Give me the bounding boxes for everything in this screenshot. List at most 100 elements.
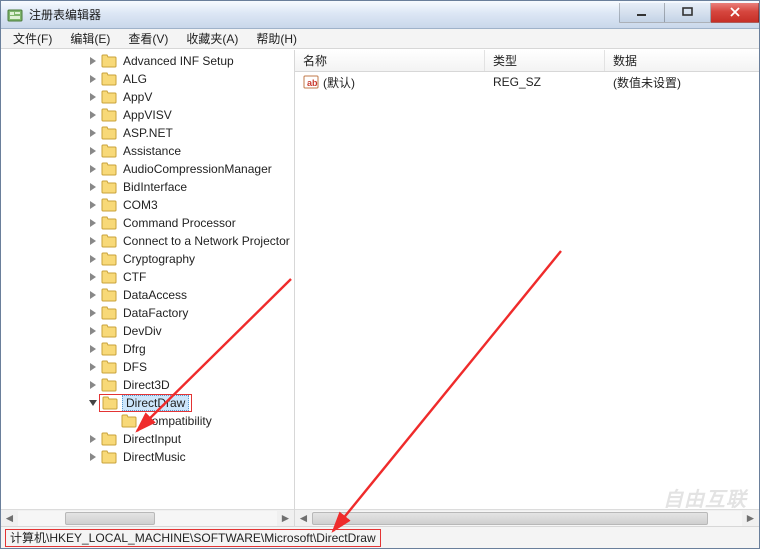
maximize-button[interactable] [665,3,711,23]
value-data: (数值未设置) [613,74,681,91]
expander-closed-icon[interactable] [87,199,99,211]
expander-closed-icon[interactable] [87,361,99,373]
tree-item[interactable]: CTF [3,268,294,286]
menu-view[interactable]: 查看(V) [120,28,176,49]
expander-closed-icon[interactable] [87,451,99,463]
expander-closed-icon[interactable] [87,73,99,85]
tree-scroll-track[interactable] [18,511,277,526]
tree-item[interactable]: DirectInput [3,430,294,448]
values-pane: 名称 类型 数据 ab (默认) REG_SZ (数值未设置) ◄ [295,50,759,526]
folder-icon [101,306,117,320]
tree-item[interactable]: Connect to a Network Projector [3,232,294,250]
expander-closed-icon[interactable] [87,379,99,391]
tree-h-scrollbar[interactable]: ◄ ► [1,509,294,526]
tree-scroll-thumb[interactable] [65,512,156,525]
tree-item[interactable]: DFS [3,358,294,376]
expander-closed-icon[interactable] [87,109,99,121]
scroll-left-icon[interactable]: ◄ [295,511,312,526]
tree-label: DevDiv [121,324,164,338]
body-split: Advanced INF SetupALGAppVAppVISVASP.NETA… [1,49,759,526]
scroll-right-icon[interactable]: ► [277,511,294,526]
close-button[interactable] [711,3,759,23]
folder-icon [101,90,117,104]
tree-label: DirectMusic [121,450,188,464]
tree-item[interactable]: Advanced INF Setup [3,52,294,70]
minimize-button[interactable] [619,3,665,23]
app-icon [7,7,23,23]
svg-text:ab: ab [307,78,318,88]
expander-closed-icon[interactable] [87,163,99,175]
expander-closed-icon[interactable] [87,145,99,157]
expander-closed-icon[interactable] [87,127,99,139]
expander-closed-icon[interactable] [87,271,99,283]
expander-closed-icon[interactable] [87,307,99,319]
tree-item[interactable]: AudioCompressionManager [3,160,294,178]
tree-item[interactable]: Command Processor [3,214,294,232]
tree-item[interactable]: DirectDraw [3,394,294,412]
tree-item[interactable]: AppV [3,88,294,106]
tree-item[interactable]: COM3 [3,196,294,214]
tree-item[interactable]: ALG [3,70,294,88]
scroll-left-icon[interactable]: ◄ [1,511,18,526]
tree-item[interactable]: Compatibility [3,412,294,430]
expander-closed-icon[interactable] [87,253,99,265]
statusbar: 计算机\HKEY_LOCAL_MACHINE\SOFTWARE\Microsof… [1,526,759,548]
folder-icon [101,108,117,122]
registry-editor-window: 注册表编辑器 文件(F) 编辑(E) 查看(V) 收藏夹(A) 帮助(H) Ad… [0,0,760,549]
expander-closed-icon[interactable] [87,55,99,67]
tree-item[interactable]: DataFactory [3,304,294,322]
tree-label: Direct3D [121,378,172,392]
tree-item[interactable]: ASP.NET [3,124,294,142]
menubar: 文件(F) 编辑(E) 查看(V) 收藏夹(A) 帮助(H) [1,29,759,49]
expander-closed-icon[interactable] [87,91,99,103]
tree-label: DataAccess [121,288,189,302]
col-data[interactable]: 数据 [605,50,759,71]
expander-closed-icon[interactable] [87,289,99,301]
tree-item[interactable]: DirectMusic [3,448,294,466]
folder-icon [102,396,118,410]
tree-item[interactable]: AppVISV [3,106,294,124]
col-type[interactable]: 类型 [485,50,605,71]
tree-item[interactable]: DataAccess [3,286,294,304]
tree-item[interactable]: Assistance [3,142,294,160]
list-scroll-thumb[interactable] [312,512,708,525]
tree-item[interactable]: Direct3D [3,376,294,394]
list-header: 名称 类型 数据 [295,50,759,72]
tree-label: Command Processor [121,216,238,230]
expander-closed-icon[interactable] [87,343,99,355]
highlight-box: DirectDraw [99,394,192,412]
folder-icon [101,432,117,446]
folder-icon [101,288,117,302]
tree-label: Connect to a Network Projector [121,234,292,248]
scroll-right-icon[interactable]: ► [742,511,759,526]
string-value-icon: ab [303,74,319,90]
folder-icon [101,360,117,374]
tree-item[interactable]: Dfrg [3,340,294,358]
menu-edit[interactable]: 编辑(E) [62,28,118,49]
folder-icon [101,144,117,158]
expander-closed-icon[interactable] [87,181,99,193]
titlebar[interactable]: 注册表编辑器 [1,1,759,29]
expander-closed-icon[interactable] [87,325,99,337]
list-h-scrollbar[interactable]: ◄ ► [295,509,759,526]
tree-item[interactable]: DevDiv [3,322,294,340]
list-scroll-track[interactable] [312,511,742,526]
folder-icon [101,216,117,230]
cell-type: REG_SZ [485,75,605,89]
list-row[interactable]: ab (默认) REG_SZ (数值未设置) [295,72,759,92]
menu-file[interactable]: 文件(F) [5,28,60,49]
expander-closed-icon[interactable] [87,433,99,445]
folder-icon [101,234,117,248]
list-body[interactable]: ab (默认) REG_SZ (数值未设置) [295,72,759,509]
menu-help[interactable]: 帮助(H) [248,28,305,49]
folder-icon [101,126,117,140]
expander-closed-icon[interactable] [87,235,99,247]
tree-item[interactable]: Cryptography [3,250,294,268]
registry-tree[interactable]: Advanced INF SetupALGAppVAppVISVASP.NETA… [1,52,294,509]
expander-open-icon[interactable] [87,397,99,409]
menu-favorites[interactable]: 收藏夹(A) [178,28,246,49]
col-name[interactable]: 名称 [295,50,485,71]
expander-closed-icon[interactable] [87,217,99,229]
tree-item[interactable]: BidInterface [3,178,294,196]
tree-label: Cryptography [121,252,197,266]
